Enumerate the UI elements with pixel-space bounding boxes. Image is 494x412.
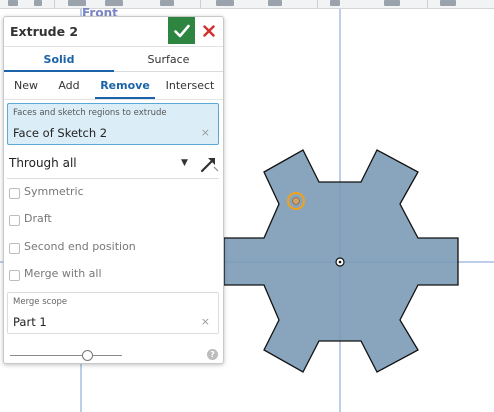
highlighted-vertex-dot [292, 197, 300, 205]
draft-label: Draft [24, 212, 52, 225]
tab-surface[interactable]: Surface [114, 47, 223, 72]
help-icon[interactable]: ? [207, 349, 218, 360]
op-tab-remove[interactable]: Remove [95, 75, 155, 99]
divider [7, 178, 219, 179]
checkbox-box[interactable] [9, 243, 20, 254]
second-end-position-label: Second end position [24, 240, 136, 253]
end-type-dropdown[interactable]: Through all ▼ [9, 155, 193, 173]
chamfer-icon[interactable] [216, 0, 234, 6]
op-tab-add[interactable]: Add [52, 75, 86, 99]
faces-selection-field[interactable]: Faces and sketch regions to extrude Face… [7, 103, 219, 145]
draft-icon[interactable] [330, 0, 340, 6]
checkbox-box[interactable] [9, 270, 20, 281]
pattern-icon[interactable] [384, 0, 400, 6]
cancel-button[interactable] [198, 19, 220, 43]
end-type-value: Through all [9, 156, 77, 170]
flip-direction-button[interactable] [199, 154, 219, 174]
op-tab-new[interactable]: New [6, 75, 46, 99]
origin-center-dot [338, 260, 342, 264]
faces-field-caption: Faces and sketch regions to extrude [13, 108, 167, 118]
body-type-tabs: Solid Surface [4, 46, 223, 72]
faces-field-value[interactable]: Face of Sketch 2 [13, 126, 107, 140]
cube-icon[interactable] [8, 0, 18, 6]
merge-with-all-label: Merge with all [24, 267, 102, 280]
toolbar-separator [317, 0, 318, 8]
extrude-feature-dialog: Extrude 2 Solid Surface New Add Remove I… [3, 16, 224, 364]
confirm-button[interactable] [168, 17, 195, 44]
mirror-icon[interactable] [440, 0, 456, 6]
checkbox-box[interactable] [9, 188, 20, 199]
clear-faces-button[interactable]: × [201, 126, 210, 139]
chevron-down-icon: ▼ [181, 158, 188, 168]
feature-slider-track[interactable] [10, 355, 122, 356]
symmetric-label: Symmetric [24, 185, 84, 198]
feature-slider-thumb[interactable] [82, 350, 93, 361]
check-icon [173, 24, 190, 37]
tab-solid[interactable]: Solid [4, 47, 114, 72]
checkbox-box[interactable] [9, 215, 20, 226]
top-toolbar [0, 0, 494, 9]
fillet-icon[interactable] [160, 0, 174, 6]
dialog-title: Extrude 2 [10, 24, 79, 39]
close-icon [203, 25, 215, 37]
operation-tabs: New Add Remove Intersect [4, 75, 223, 100]
merge-scope-field[interactable]: Merge scope Part 1 × [7, 292, 219, 334]
shell-icon[interactable] [268, 0, 282, 6]
toolbar-separator [200, 0, 201, 8]
flip-direction-icon [200, 158, 219, 173]
merge-scope-value[interactable]: Part 1 [13, 315, 47, 329]
merge-scope-caption: Merge scope [13, 297, 68, 307]
sketch-icon[interactable] [34, 0, 42, 6]
toolbar-separator [54, 0, 55, 8]
op-tab-intersect[interactable]: Intersect [160, 75, 220, 99]
clear-merge-scope-button[interactable]: × [201, 315, 210, 328]
toolbar-separator [427, 0, 428, 8]
